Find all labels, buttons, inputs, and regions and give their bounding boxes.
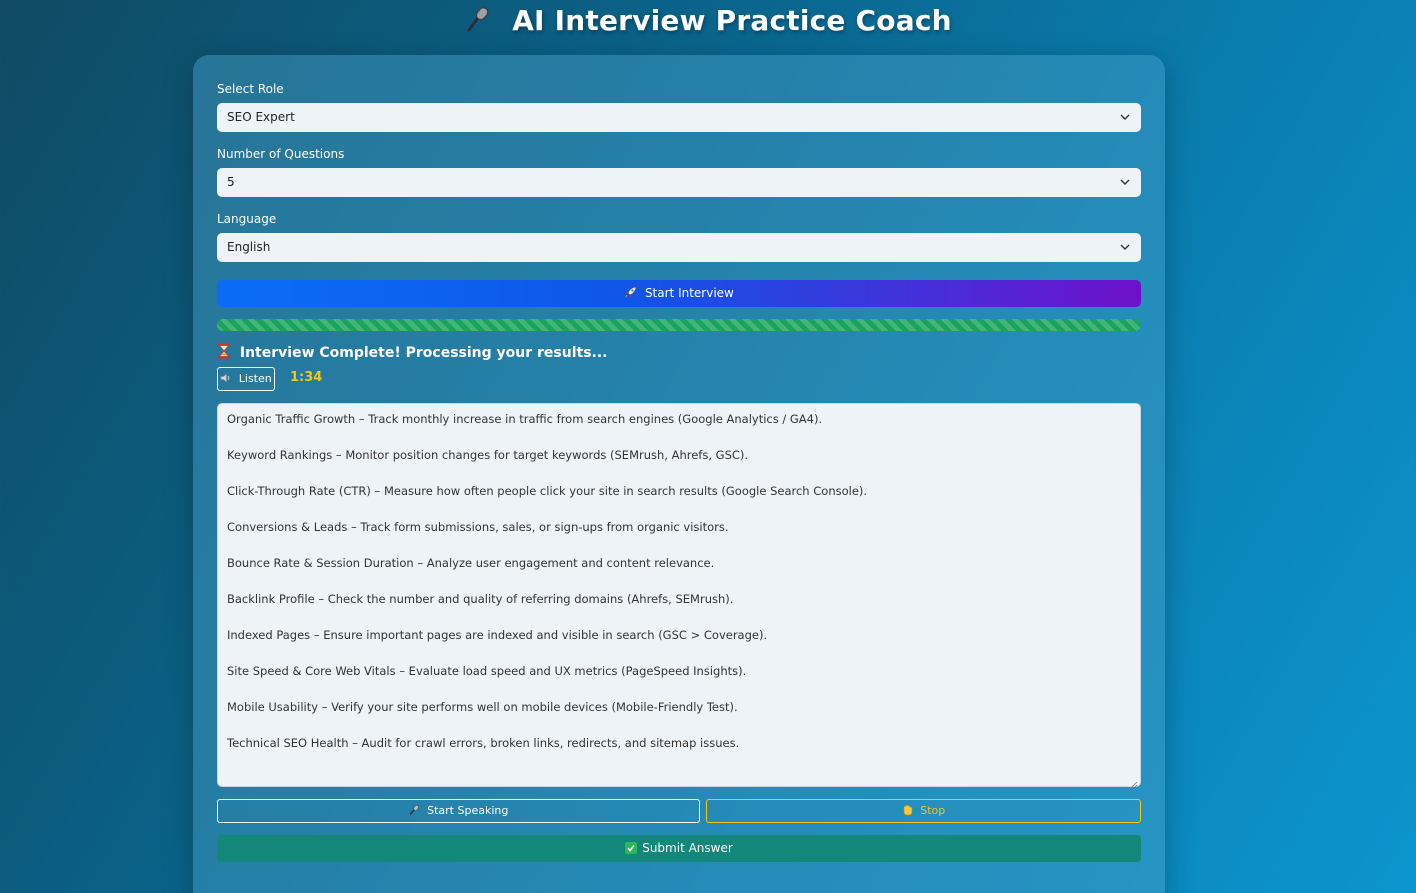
role-select-value: SEO Expert [227,110,295,124]
answer-line: Organic Traffic Growth – Track monthly i… [227,412,823,426]
speaker-icon [220,372,235,385]
resize-grip-icon[interactable] [1130,776,1138,789]
role-select[interactable]: SEO Expert [217,103,1141,132]
answer-line: Conversions & Leads – Track form submiss… [227,520,729,534]
answer-line: Site Speed & Core Web Vitals – Evaluate … [227,664,747,678]
answer-textarea[interactable]: Organic Traffic Growth – Track monthly i… [217,403,1141,789]
start-speaking-label: Start Speaking [427,804,509,817]
start-speaking-button[interactable]: Start Speaking [217,799,700,823]
language-label: Language [217,212,277,226]
stop-button[interactable]: Stop [706,799,1141,823]
start-interview-button[interactable]: Start Interview [217,280,1141,307]
submit-answer-label: Submit Answer [642,841,733,855]
start-interview-label: Start Interview [644,286,734,300]
language-select[interactable]: English [217,233,1141,262]
questions-select-value: 5 [227,175,235,189]
progress-fill [217,319,1141,331]
timer-display: 1:34 [290,370,323,385]
microphone-icon [409,804,424,817]
hourglass-icon [217,343,240,361]
microphone-icon [464,4,504,37]
progress-bar [217,319,1141,331]
chevron-down-icon [1119,233,1131,262]
interview-card: Select Role SEO Expert Number of Questio… [193,55,1165,893]
questions-select[interactable]: 5 [217,168,1141,197]
chevron-down-icon [1119,103,1131,132]
answer-line: Mobile Usability – Verify your site perf… [227,700,738,714]
status-message: Interview Complete! Processing your resu… [217,343,607,363]
questions-label: Number of Questions [217,147,345,161]
answer-line: Indexed Pages – Ensure important pages a… [227,628,768,642]
submit-answer-button[interactable]: Submit Answer [217,835,1141,862]
role-label: Select Role [217,82,284,96]
answer-line: Bounce Rate & Session Duration – Analyze… [227,556,715,570]
answer-line: Click-Through Rate (CTR) – Measure how o… [227,484,868,498]
answer-line: Keyword Rankings – Monitor position chan… [227,448,749,462]
status-text: Interview Complete! Processing your resu… [239,345,608,361]
chevron-down-icon [1119,168,1131,197]
app-title-text: AI Interview Practice Coach [512,4,952,37]
rocket-icon [624,286,641,300]
language-select-value: English [227,240,271,254]
page-title: AI Interview Practice Coach [0,2,1416,40]
check-icon [625,842,638,854]
hand-icon [902,804,917,817]
stop-label: Stop [920,804,946,817]
answer-line: Backlink Profile – Check the number and … [227,592,734,606]
answer-line: Technical SEO Health – Audit for crawl e… [227,736,740,750]
listen-button[interactable]: Listen [217,367,275,391]
listen-label: Listen [238,372,272,385]
